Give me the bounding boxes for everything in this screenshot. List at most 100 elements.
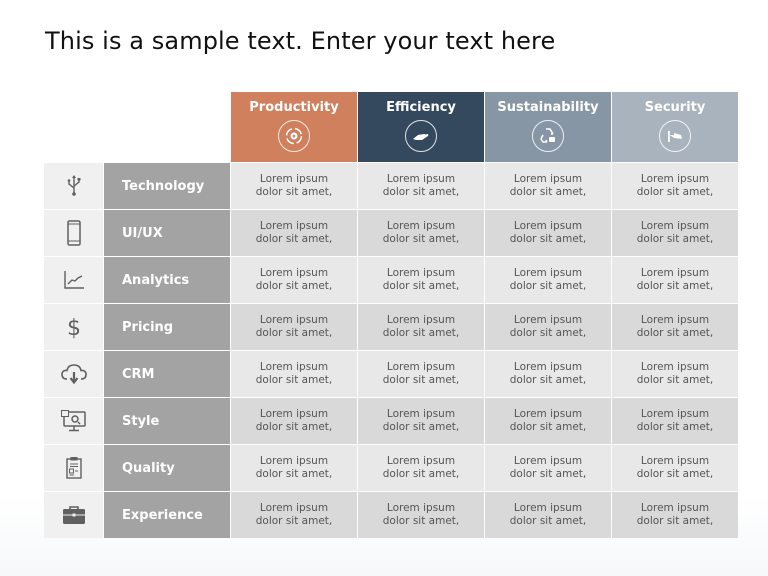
table-cell[interactable]: Lorem ipsum dolor sit amet,	[612, 210, 738, 256]
table-row: Style Lorem ipsum dolor sit amet, Lorem ip…	[44, 398, 740, 444]
row-icon-cell	[44, 398, 103, 444]
table-cell[interactable]: Lorem ipsum dolor sit amet,	[358, 492, 484, 538]
table-cell[interactable]: Lorem ipsum dolor sit amet,	[485, 398, 611, 444]
cell-text: Lorem ipsum dolor sit amet,	[509, 361, 587, 386]
table-cell[interactable]: Lorem ipsum dolor sit amet,	[231, 210, 357, 256]
row-label: Style	[104, 398, 230, 444]
page-title: This is a sample text. Enter your text h…	[45, 27, 556, 55]
smartphone-icon	[66, 220, 82, 246]
row-icon-cell	[44, 163, 103, 209]
svg-text:$: $	[67, 316, 81, 340]
table-cell[interactable]: Lorem ipsum dolor sit amet,	[231, 304, 357, 350]
table-row: Quality Lorem ipsum dolor sit amet, Lorem …	[44, 445, 740, 491]
table-cell[interactable]: Lorem ipsum dolor sit amet,	[358, 398, 484, 444]
row-icon-cell	[44, 445, 103, 491]
cell-text: Lorem ipsum dolor sit amet,	[255, 361, 333, 386]
cctv-camera-icon	[659, 120, 691, 152]
cell-text: Lorem ipsum dolor sit amet,	[382, 220, 460, 245]
cell-text: Lorem ipsum dolor sit amet,	[509, 173, 587, 198]
monitor-design-icon	[60, 409, 88, 433]
table-cell[interactable]: Lorem ipsum dolor sit amet,	[358, 351, 484, 397]
cell-text: Lorem ipsum dolor sit amet,	[636, 408, 714, 433]
row-icon-cell	[44, 210, 103, 256]
table-cell[interactable]: Lorem ipsum dolor sit amet,	[358, 257, 484, 303]
cell-text: Lorem ipsum dolor sit amet,	[636, 361, 714, 386]
table-row: UI/UX Lorem ipsum dolor sit amet, Lorem ip…	[44, 210, 740, 256]
cell-text: Lorem ipsum dolor sit amet,	[509, 408, 587, 433]
cell-text: Lorem ipsum dolor sit amet,	[509, 502, 587, 527]
table-cell[interactable]: Lorem ipsum dolor sit amet,	[485, 492, 611, 538]
table-cell[interactable]: Lorem ipsum dolor sit amet,	[485, 445, 611, 491]
cell-text: Lorem ipsum dolor sit amet,	[382, 267, 460, 292]
table-cell[interactable]: Lorem ipsum dolor sit amet,	[231, 445, 357, 491]
line-chart-icon	[62, 269, 86, 291]
table-cell[interactable]: Lorem ipsum dolor sit amet,	[485, 257, 611, 303]
row-icon-cell: $	[44, 304, 103, 350]
column-header-efficiency: Efficiency	[358, 92, 484, 162]
cell-text: Lorem ipsum dolor sit amet,	[382, 502, 460, 527]
row-label: Experience	[104, 492, 230, 538]
table-cell[interactable]: Lorem ipsum dolor sit amet,	[612, 257, 738, 303]
row-icon-cell	[44, 351, 103, 397]
column-header-sustainability: Sustainability	[485, 92, 611, 162]
row-label: Pricing	[104, 304, 230, 350]
table-cell[interactable]: Lorem ipsum dolor sit amet,	[231, 492, 357, 538]
cell-text: Lorem ipsum dolor sit amet,	[636, 267, 714, 292]
cell-text: Lorem ipsum dolor sit amet,	[255, 314, 333, 339]
table-cell[interactable]: Lorem ipsum dolor sit amet,	[358, 304, 484, 350]
table-row: $ Pricing Lorem ipsum dolor sit amet, Lorem…	[44, 304, 740, 350]
row-icon-cell	[44, 492, 103, 538]
cell-text: Lorem ipsum dolor sit amet,	[636, 455, 714, 480]
cell-text: Lorem ipsum dolor sit amet,	[255, 455, 333, 480]
cell-text: Lorem ipsum dolor sit amet,	[382, 455, 460, 480]
table-cell[interactable]: Lorem ipsum dolor sit amet,	[231, 398, 357, 444]
column-header-label: Sustainability	[497, 100, 599, 115]
dollar-icon: $	[66, 314, 82, 340]
table-cell[interactable]: Lorem ipsum dolor sit amet,	[358, 445, 484, 491]
table-cell[interactable]: Lorem ipsum dolor sit amet,	[231, 351, 357, 397]
table-cell[interactable]: Lorem ipsum dolor sit amet,	[485, 351, 611, 397]
table-cell[interactable]: Lorem ipsum dolor sit amet,	[612, 445, 738, 491]
row-label: UI/UX	[104, 210, 230, 256]
cell-text: Lorem ipsum dolor sit amet,	[255, 502, 333, 527]
table-cell[interactable]: Lorem ipsum dolor sit amet,	[231, 163, 357, 209]
cell-text: Lorem ipsum dolor sit amet,	[382, 361, 460, 386]
table-cell[interactable]: Lorem ipsum dolor sit amet,	[612, 163, 738, 209]
cell-text: Lorem ipsum dolor sit amet,	[255, 173, 333, 198]
column-header-security: Security	[612, 92, 738, 162]
table-row: Experience Lorem ipsum dolor sit amet, Lor…	[44, 492, 740, 538]
table-cell[interactable]: Lorem ipsum dolor sit amet,	[612, 398, 738, 444]
row-label: Technology	[104, 163, 230, 209]
cell-text: Lorem ipsum dolor sit amet,	[636, 502, 714, 527]
row-label: Quality	[104, 445, 230, 491]
usb-icon	[64, 174, 84, 198]
cell-text: Lorem ipsum dolor sit amet,	[255, 267, 333, 292]
clipboard-icon	[65, 456, 83, 480]
table-row: Technology Lorem ipsum dolor sit amet, Lor…	[44, 163, 740, 209]
table-cell[interactable]: Lorem ipsum dolor sit amet,	[612, 304, 738, 350]
cell-text: Lorem ipsum dolor sit amet,	[509, 455, 587, 480]
cell-text: Lorem ipsum dolor sit amet,	[382, 314, 460, 339]
table-cell[interactable]: Lorem ipsum dolor sit amet,	[358, 163, 484, 209]
cell-text: Lorem ipsum dolor sit amet,	[636, 173, 714, 198]
table-cell[interactable]: Lorem ipsum dolor sit amet,	[485, 163, 611, 209]
cell-text: Lorem ipsum dolor sit amet,	[509, 314, 587, 339]
cell-text: Lorem ipsum dolor sit amet,	[509, 267, 587, 292]
cell-text: Lorem ipsum dolor sit amet,	[509, 220, 587, 245]
recycle-icon	[532, 120, 564, 152]
column-header-productivity: Productivity	[231, 92, 357, 162]
row-label: Analytics	[104, 257, 230, 303]
row-label: CRM	[104, 351, 230, 397]
table-cell[interactable]: Lorem ipsum dolor sit amet,	[485, 210, 611, 256]
hand-icon	[405, 120, 437, 152]
table-cell[interactable]: Lorem ipsum dolor sit amet,	[612, 351, 738, 397]
row-icon-cell	[44, 257, 103, 303]
column-header-label: Productivity	[249, 100, 339, 115]
table-cell[interactable]: Lorem ipsum dolor sit amet,	[358, 210, 484, 256]
column-header-label: Efficiency	[386, 100, 456, 115]
cell-text: Lorem ipsum dolor sit amet,	[255, 408, 333, 433]
table-cell[interactable]: Lorem ipsum dolor sit amet,	[485, 304, 611, 350]
table-row: CRM Lorem ipsum dolor sit amet, Lorem ipsu…	[44, 351, 740, 397]
table-cell[interactable]: Lorem ipsum dolor sit amet,	[612, 492, 738, 538]
table-cell[interactable]: Lorem ipsum dolor sit amet,	[231, 257, 357, 303]
